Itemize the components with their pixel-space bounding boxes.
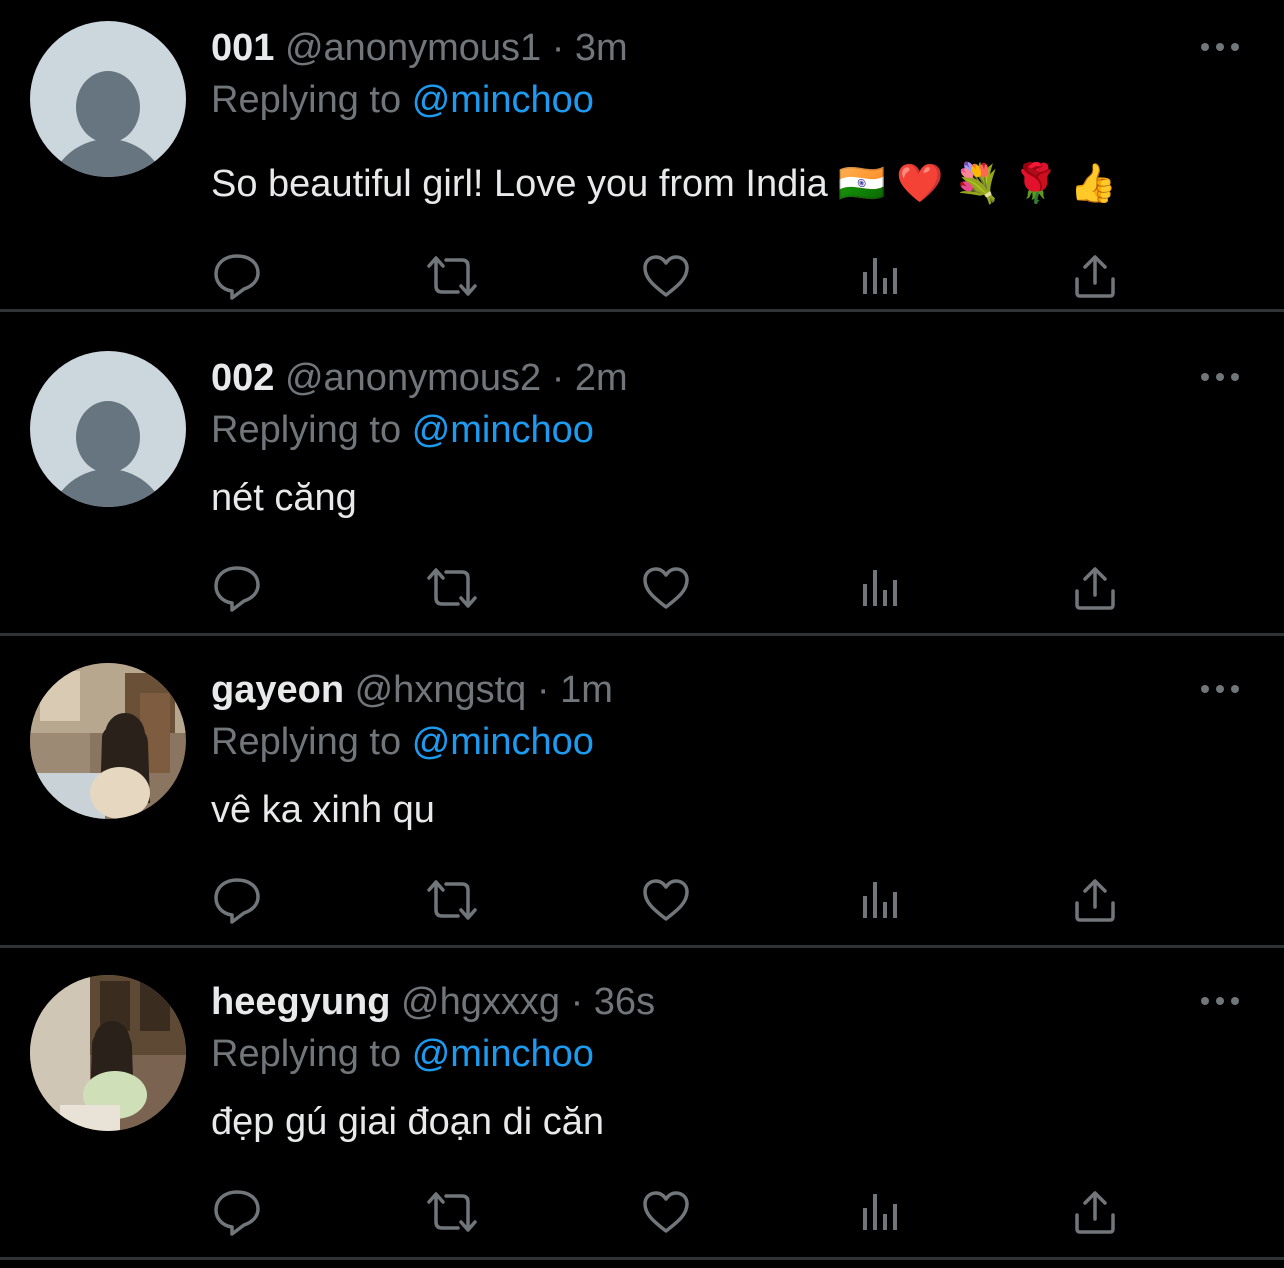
like-icon[interactable]: [638, 872, 694, 928]
reply-target-link[interactable]: @minchoo: [412, 409, 594, 451]
replying-to-label: Replying to: [211, 721, 402, 763]
retweet-icon[interactable]: [424, 1184, 480, 1240]
reply-icon[interactable]: [209, 1184, 265, 1240]
replying-to: Replying to @minchoo: [211, 1028, 594, 1080]
reply-target-link[interactable]: @minchoo: [412, 79, 594, 121]
tweet-header: gayeon @hxngstq · 1m: [211, 664, 613, 716]
display-name[interactable]: heegyung: [211, 981, 390, 1023]
tweet-text: đẹp gú giai đoạn di căn: [211, 1101, 604, 1143]
separator-dot: ·: [570, 981, 584, 1023]
retweet-icon[interactable]: [424, 560, 480, 616]
separator-dot: ·: [536, 669, 550, 711]
tweet[interactable]: 002 @anonymous2 · 2m Replying to @mincho…: [0, 324, 1284, 636]
like-icon[interactable]: [638, 248, 694, 304]
reply-icon[interactable]: [209, 872, 265, 928]
more-options-icon[interactable]: [1196, 32, 1244, 62]
tweet-text: nét căng: [211, 477, 357, 519]
timestamp[interactable]: 2m: [575, 357, 628, 399]
like-icon[interactable]: [638, 1184, 694, 1240]
tweet-text: So beautiful girl! Love you from India 🇮…: [211, 163, 1118, 205]
user-handle[interactable]: @anonymous2: [285, 357, 541, 399]
reply-target-link[interactable]: @minchoo: [412, 721, 594, 763]
divider: [0, 1257, 1284, 1260]
replying-to: Replying to @minchoo: [211, 716, 594, 768]
share-icon[interactable]: [1067, 560, 1123, 616]
default-avatar-icon[interactable]: [30, 21, 186, 177]
timestamp[interactable]: 3m: [575, 27, 628, 69]
tweet-header: 002 @anonymous2 · 2m: [211, 352, 628, 404]
divider: [0, 309, 1284, 312]
more-options-icon[interactable]: [1196, 674, 1244, 704]
reply-target-link[interactable]: @minchoo: [412, 1033, 594, 1075]
share-icon[interactable]: [1067, 872, 1123, 928]
user-handle[interactable]: @hxngstq: [355, 669, 527, 711]
like-icon[interactable]: [638, 560, 694, 616]
replying-to-label: Replying to: [211, 409, 402, 451]
tweet-header: heegyung @hgxxxg · 36s: [211, 976, 655, 1028]
tweet-text: vê ka xinh qu: [211, 789, 435, 831]
replying-to-label: Replying to: [211, 79, 402, 121]
replying-to-label: Replying to: [211, 1033, 402, 1075]
photo-avatar[interactable]: [30, 975, 186, 1131]
views-icon[interactable]: [853, 1184, 909, 1240]
tweet[interactable]: heegyung @hgxxxg · 36s Replying to @minc…: [0, 948, 1284, 1260]
share-icon[interactable]: [1067, 248, 1123, 304]
views-icon[interactable]: [853, 560, 909, 616]
share-icon[interactable]: [1067, 1184, 1123, 1240]
tweet[interactable]: gayeon @hxngstq · 1m Replying to @mincho…: [0, 636, 1284, 948]
action-bar: [0, 1184, 1284, 1240]
user-handle[interactable]: @hgxxxg: [401, 981, 560, 1023]
reply-icon[interactable]: [209, 560, 265, 616]
separator-dot: ·: [551, 357, 565, 399]
timestamp[interactable]: 36s: [594, 981, 655, 1023]
retweet-icon[interactable]: [424, 248, 480, 304]
display-name[interactable]: 002: [211, 357, 274, 399]
replying-to: Replying to @minchoo: [211, 74, 594, 126]
views-icon[interactable]: [853, 248, 909, 304]
default-avatar-icon[interactable]: [30, 351, 186, 507]
display-name[interactable]: 001: [211, 27, 274, 69]
more-options-icon[interactable]: [1196, 362, 1244, 392]
reply-icon[interactable]: [209, 248, 265, 304]
action-bar: [0, 872, 1284, 928]
display-name[interactable]: gayeon: [211, 669, 344, 711]
action-bar: [0, 248, 1284, 304]
more-options-icon[interactable]: [1196, 986, 1244, 1016]
tweet-header: 001 @anonymous1 · 3m: [211, 22, 628, 74]
user-handle[interactable]: @anonymous1: [285, 27, 541, 69]
replying-to: Replying to @minchoo: [211, 404, 594, 456]
separator-dot: ·: [551, 27, 565, 69]
action-bar: [0, 560, 1284, 616]
views-icon[interactable]: [853, 872, 909, 928]
retweet-icon[interactable]: [424, 872, 480, 928]
tweet[interactable]: 001 @anonymous1 · 3m Replying to @mincho…: [0, 0, 1284, 312]
photo-avatar[interactable]: [30, 663, 186, 819]
timestamp[interactable]: 1m: [560, 669, 613, 711]
